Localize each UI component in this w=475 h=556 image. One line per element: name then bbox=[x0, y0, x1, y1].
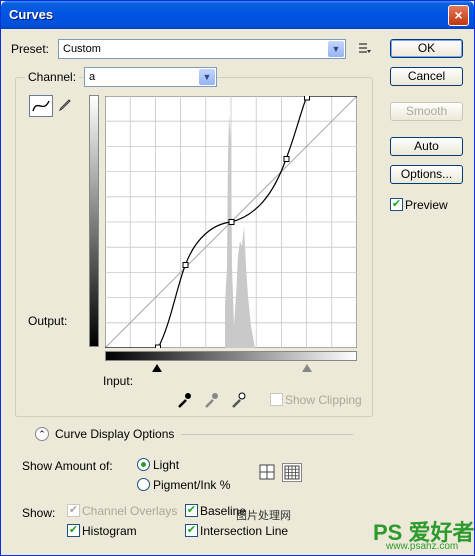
preset-select[interactable]: Custom ▼ bbox=[58, 39, 346, 59]
curve-display-options-label[interactable]: Curve Display Options bbox=[55, 427, 174, 441]
channel-select[interactable]: a ▼ bbox=[84, 67, 217, 87]
chevron-down-icon[interactable]: ▼ bbox=[199, 69, 215, 85]
channel-value: a bbox=[89, 71, 96, 83]
pencil-icon[interactable] bbox=[57, 97, 75, 115]
smooth-button[interactable]: Smooth bbox=[390, 102, 463, 121]
baseline-checkbox[interactable]: ✔ bbox=[185, 504, 198, 517]
preset-menu-icon[interactable] bbox=[357, 41, 375, 59]
curve-point-tool-icon[interactable] bbox=[29, 95, 53, 117]
close-button[interactable]: × bbox=[448, 5, 469, 26]
input-label: Input: bbox=[103, 374, 134, 388]
histogram-label: Histogram bbox=[82, 524, 137, 538]
input-gradient bbox=[105, 351, 357, 361]
gray-eyedropper-icon[interactable] bbox=[203, 391, 221, 409]
preview-checkbox[interactable]: ✔ bbox=[390, 198, 403, 211]
show-clipping-label: Show Clipping bbox=[285, 393, 362, 407]
show-clipping-checkbox[interactable] bbox=[270, 393, 283, 406]
control-point bbox=[182, 262, 189, 268]
pigment-label: Pigment/Ink % bbox=[153, 478, 231, 492]
light-label: Light bbox=[153, 458, 180, 472]
curve-graph[interactable] bbox=[105, 96, 357, 348]
light-radio[interactable] bbox=[137, 458, 150, 471]
watermark-overlay: 图片处理网 bbox=[236, 510, 291, 522]
ok-button[interactable]: OK bbox=[390, 39, 463, 58]
histogram-checkbox[interactable]: ✔ bbox=[67, 524, 80, 537]
detailed-grid-icon[interactable] bbox=[282, 463, 302, 482]
pigment-radio[interactable] bbox=[137, 478, 150, 491]
intersection-line-label: Intersection Line bbox=[200, 524, 289, 538]
preview-label: Preview bbox=[405, 198, 448, 212]
window-title: Curves bbox=[9, 7, 54, 22]
white-eyedropper-icon[interactable] bbox=[230, 391, 248, 409]
chevron-down-icon[interactable]: ▼ bbox=[328, 41, 344, 57]
output-gradient bbox=[89, 95, 99, 347]
options-button[interactable]: Options... bbox=[390, 165, 463, 184]
collapse-icon[interactable]: ⌃ bbox=[35, 427, 49, 441]
channel-overlays-label: Channel Overlays bbox=[82, 504, 178, 518]
preset-value: Custom bbox=[63, 43, 101, 55]
divider bbox=[181, 434, 353, 435]
control-point bbox=[283, 156, 290, 162]
show-amount-label: Show Amount of: bbox=[22, 459, 113, 473]
black-point-slider[interactable] bbox=[152, 364, 162, 372]
watermark-url: www.psahz.com bbox=[386, 541, 459, 552]
simple-grid-icon[interactable] bbox=[259, 464, 277, 482]
control-point bbox=[304, 96, 310, 101]
black-eyedropper-icon[interactable] bbox=[176, 391, 194, 409]
cancel-button[interactable]: Cancel bbox=[390, 67, 463, 86]
control-point bbox=[155, 344, 161, 348]
channel-label: Channel: bbox=[25, 70, 80, 84]
output-label: Output: bbox=[28, 314, 68, 328]
curves-dialog: Curves × Preset: Custom ▼ OK Cancel Smoo… bbox=[0, 0, 475, 556]
white-point-slider[interactable] bbox=[302, 364, 312, 372]
channel-overlays-checkbox[interactable]: ✔ bbox=[67, 504, 80, 517]
control-point bbox=[228, 219, 235, 225]
auto-button[interactable]: Auto bbox=[390, 137, 463, 156]
title-bar[interactable]: Curves × bbox=[1, 1, 474, 29]
show-label: Show: bbox=[22, 506, 56, 520]
intersection-line-checkbox[interactable]: ✔ bbox=[185, 524, 198, 537]
preset-label: Preset: bbox=[11, 42, 50, 56]
